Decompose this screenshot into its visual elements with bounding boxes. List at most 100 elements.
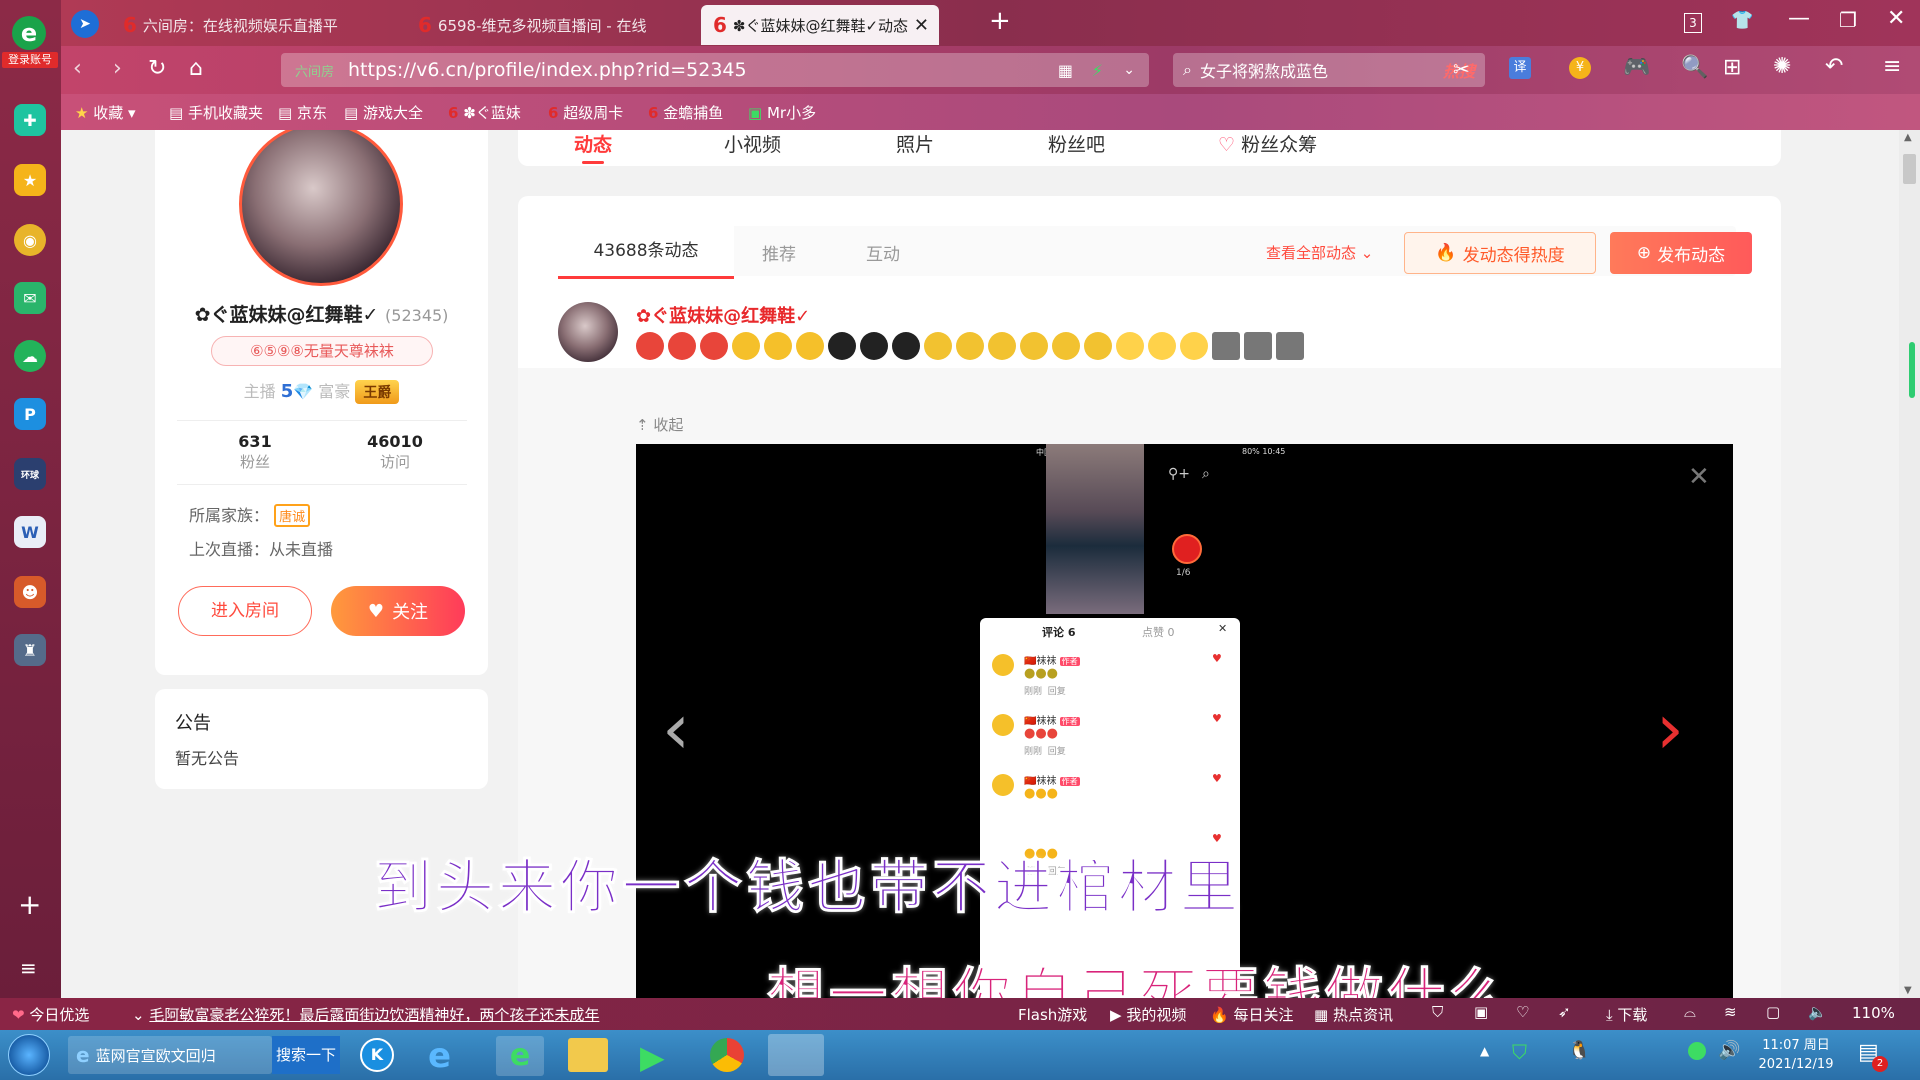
restore-icon[interactable]: ❐ [1839, 8, 1857, 32]
coin-icon[interactable]: ¥ [1569, 57, 1591, 79]
folder-icon[interactable] [568, 1038, 608, 1072]
family-tag[interactable]: 唐诚 [274, 504, 311, 527]
bookmark-mrxiaoduo[interactable]: ▣ Mr小多 [748, 102, 816, 123]
family-badge[interactable]: ⑥⑤⑨⑧无量天尊袜袜 [211, 336, 433, 366]
rocket-icon[interactable]: ➶ [1558, 1003, 1571, 1021]
follow-button[interactable]: ♥ 关注 [331, 586, 465, 636]
scroll-down-icon[interactable]: ▼ [1904, 985, 1912, 996]
tab-liujianfang[interactable]: 6 六间房：在线视频娱乐直播平 [111, 5, 391, 45]
viewer-close-icon[interactable]: ✕ [1688, 462, 1710, 492]
news-ticker[interactable]: ⌄ 毛阿敏富豪老公猝死！最后露面街边饮酒精神好，两个孩子还未成年 [132, 1004, 752, 1025]
tab-count-badge[interactable]: 3 [1684, 13, 1702, 33]
word-icon[interactable]: W [14, 516, 46, 548]
collapse-link[interactable]: ⇡ 收起 [636, 414, 683, 435]
refresh-icon[interactable]: ↻ [148, 56, 166, 81]
qr-icon[interactable]: ▦ [1058, 61, 1073, 80]
bookmark-favorites[interactable]: ★ 收藏 ▾ [75, 102, 136, 123]
shield-icon[interactable]: ⛉ [1432, 1003, 1443, 1021]
magnifier-icon[interactable]: 🔍 [1681, 55, 1708, 80]
scissors-icon[interactable]: ✂ [1453, 57, 1470, 81]
start-button[interactable] [8, 1034, 50, 1076]
browser-logo-icon[interactable]: e [12, 16, 46, 50]
volume-icon[interactable]: 🔈 [1808, 1003, 1827, 1021]
zoom-level[interactable]: 110% [1852, 1004, 1895, 1022]
feed-tab-recommend[interactable]: 推荐 [762, 240, 796, 265]
hot-news[interactable]: ▦ 热点资讯 [1314, 1004, 1393, 1025]
nav-arrow-icon[interactable]: ➤ [71, 10, 99, 38]
health-icon[interactable]: ♡ [1516, 1003, 1529, 1021]
close-window-icon[interactable]: ✕ [1887, 6, 1905, 31]
scroll-up-icon[interactable]: ▲ [1904, 132, 1912, 143]
home-icon[interactable]: ⌂ [189, 56, 203, 81]
tray-volume-icon[interactable]: 🔊 [1718, 1040, 1740, 1061]
bookmark-profile[interactable]: 6 ✽ぐ蓝妹 [448, 102, 528, 123]
app-green-icon[interactable]: ✚ [14, 104, 46, 136]
main-menu-icon[interactable]: ≡ [1883, 54, 1901, 79]
favorite-star-icon[interactable]: ★ [14, 164, 46, 196]
bookmark-mobile[interactable]: ▤ 手机收藏夹 [169, 102, 263, 123]
bookmark-weekly[interactable]: 6 超级周卡 [548, 102, 628, 123]
fans-stat[interactable]: 631 粉丝 [205, 432, 305, 472]
cut-icon[interactable]: ⌓ [1684, 1003, 1696, 1021]
daily-focus[interactable]: 🔥 每日关注 [1210, 1004, 1293, 1025]
side-green-handle[interactable] [1909, 342, 1915, 398]
tab-short-video[interactable]: 小视频 [724, 130, 781, 157]
add-icon[interactable]: + [18, 888, 41, 921]
tray-green-icon[interactable] [1688, 1042, 1706, 1060]
bolt-icon[interactable]: ⚡ [1092, 61, 1103, 80]
view-all-dropdown[interactable]: 查看全部动态 ⌄ [1266, 242, 1373, 263]
download-button[interactable]: ⤓ 下载 [1606, 1004, 1647, 1025]
brightness-icon[interactable]: ✺ [1773, 54, 1791, 79]
gamepad-icon[interactable]: 🎮 [1623, 55, 1650, 80]
clock[interactable]: 11:07 周日 2021/12/19 [1754, 1036, 1838, 1074]
tab-crowdfunding[interactable]: ♡ 粉丝众筹 [1218, 130, 1317, 157]
tray-qq-icon[interactable]: 🐧 [1568, 1040, 1590, 1061]
tray-up-icon[interactable]: ▲ [1480, 1044, 1489, 1058]
tab-dynamics[interactable]: 动态 [574, 130, 612, 164]
post-avatar[interactable] [558, 302, 618, 362]
close-tab-icon[interactable]: ✕ [914, 15, 929, 36]
game-avatar-icon[interactable]: ☻ [14, 576, 46, 608]
visits-stat[interactable]: 46010 访问 [345, 432, 445, 472]
kugou-icon[interactable]: K [360, 1038, 394, 1072]
minimize-icon[interactable]: — [1788, 6, 1810, 31]
post-button[interactable]: ⊕ 发布动态 [1610, 232, 1752, 274]
tab-photos[interactable]: 照片 [896, 130, 934, 157]
taskbar-search-button[interactable]: 搜索一下 [272, 1036, 340, 1074]
address-field[interactable]: 六间房 https://v6.cn/profile/index.php?rid=… [281, 53, 1149, 87]
tab-fans-bar[interactable]: 粉丝吧 [1048, 130, 1105, 157]
menu-list-icon[interactable]: ≡ [20, 956, 37, 980]
cloud-icon[interactable]: ☁ [14, 340, 46, 372]
translate-icon[interactable]: 译 [1509, 57, 1531, 79]
enter-room-button[interactable]: 进入房间 [178, 586, 312, 636]
page-scrollbar[interactable]: ▲ ▼ [1899, 130, 1920, 998]
tray-shield-icon[interactable]: ⛉ [1512, 1040, 1527, 1064]
weibo-icon[interactable]: ◉ [14, 224, 46, 256]
search-field[interactable]: ⌕ 女子将粥熬成蓝色 热搜 [1173, 53, 1485, 87]
window-icon[interactable]: ▢ [1766, 1003, 1780, 1021]
chrome-icon[interactable] [710, 1038, 744, 1072]
feed-tab-interact[interactable]: 互动 [866, 240, 900, 265]
login-button[interactable]: 登录账号 [2, 52, 58, 68]
image-icon[interactable]: ▣ [1474, 1003, 1488, 1021]
hot-post-button[interactable]: 🔥 发动态得热度 [1404, 232, 1596, 274]
feed-tab-all[interactable]: 43688条动态 [558, 226, 734, 279]
tab-6598[interactable]: 6 6598-维克多视频直播间 - 在线 [406, 5, 696, 45]
mail-icon[interactable]: ✉ [14, 282, 46, 314]
taskbar-ie-item[interactable]: e 蓝网官宣欧文回归 [68, 1036, 272, 1074]
360-browser-icon[interactable]: e [496, 1036, 544, 1076]
forward-icon[interactable]: › [113, 56, 122, 81]
prev-arrow-icon[interactable]: ‹ [662, 694, 690, 764]
pp-icon[interactable]: P [14, 398, 46, 430]
bookmark-games[interactable]: ▤ 游戏大全 [344, 102, 423, 123]
ie-browser-icon[interactable]: e [428, 1036, 451, 1076]
game-icon[interactable]: 环球 [14, 458, 46, 490]
skin-icon[interactable]: 👕 [1731, 10, 1753, 31]
flash-games[interactable]: Flash游戏 [1018, 1004, 1087, 1025]
avatar[interactable] [239, 130, 403, 286]
my-videos[interactable]: ▶ 我的视频 [1110, 1004, 1186, 1025]
scroll-thumb[interactable] [1903, 154, 1916, 184]
bookmark-jd[interactable]: ▤ 京东 [278, 102, 327, 123]
post-author[interactable]: ✿ぐ蓝妹妹@红舞鞋✓ [636, 302, 810, 328]
active-app-icon[interactable] [768, 1034, 824, 1076]
